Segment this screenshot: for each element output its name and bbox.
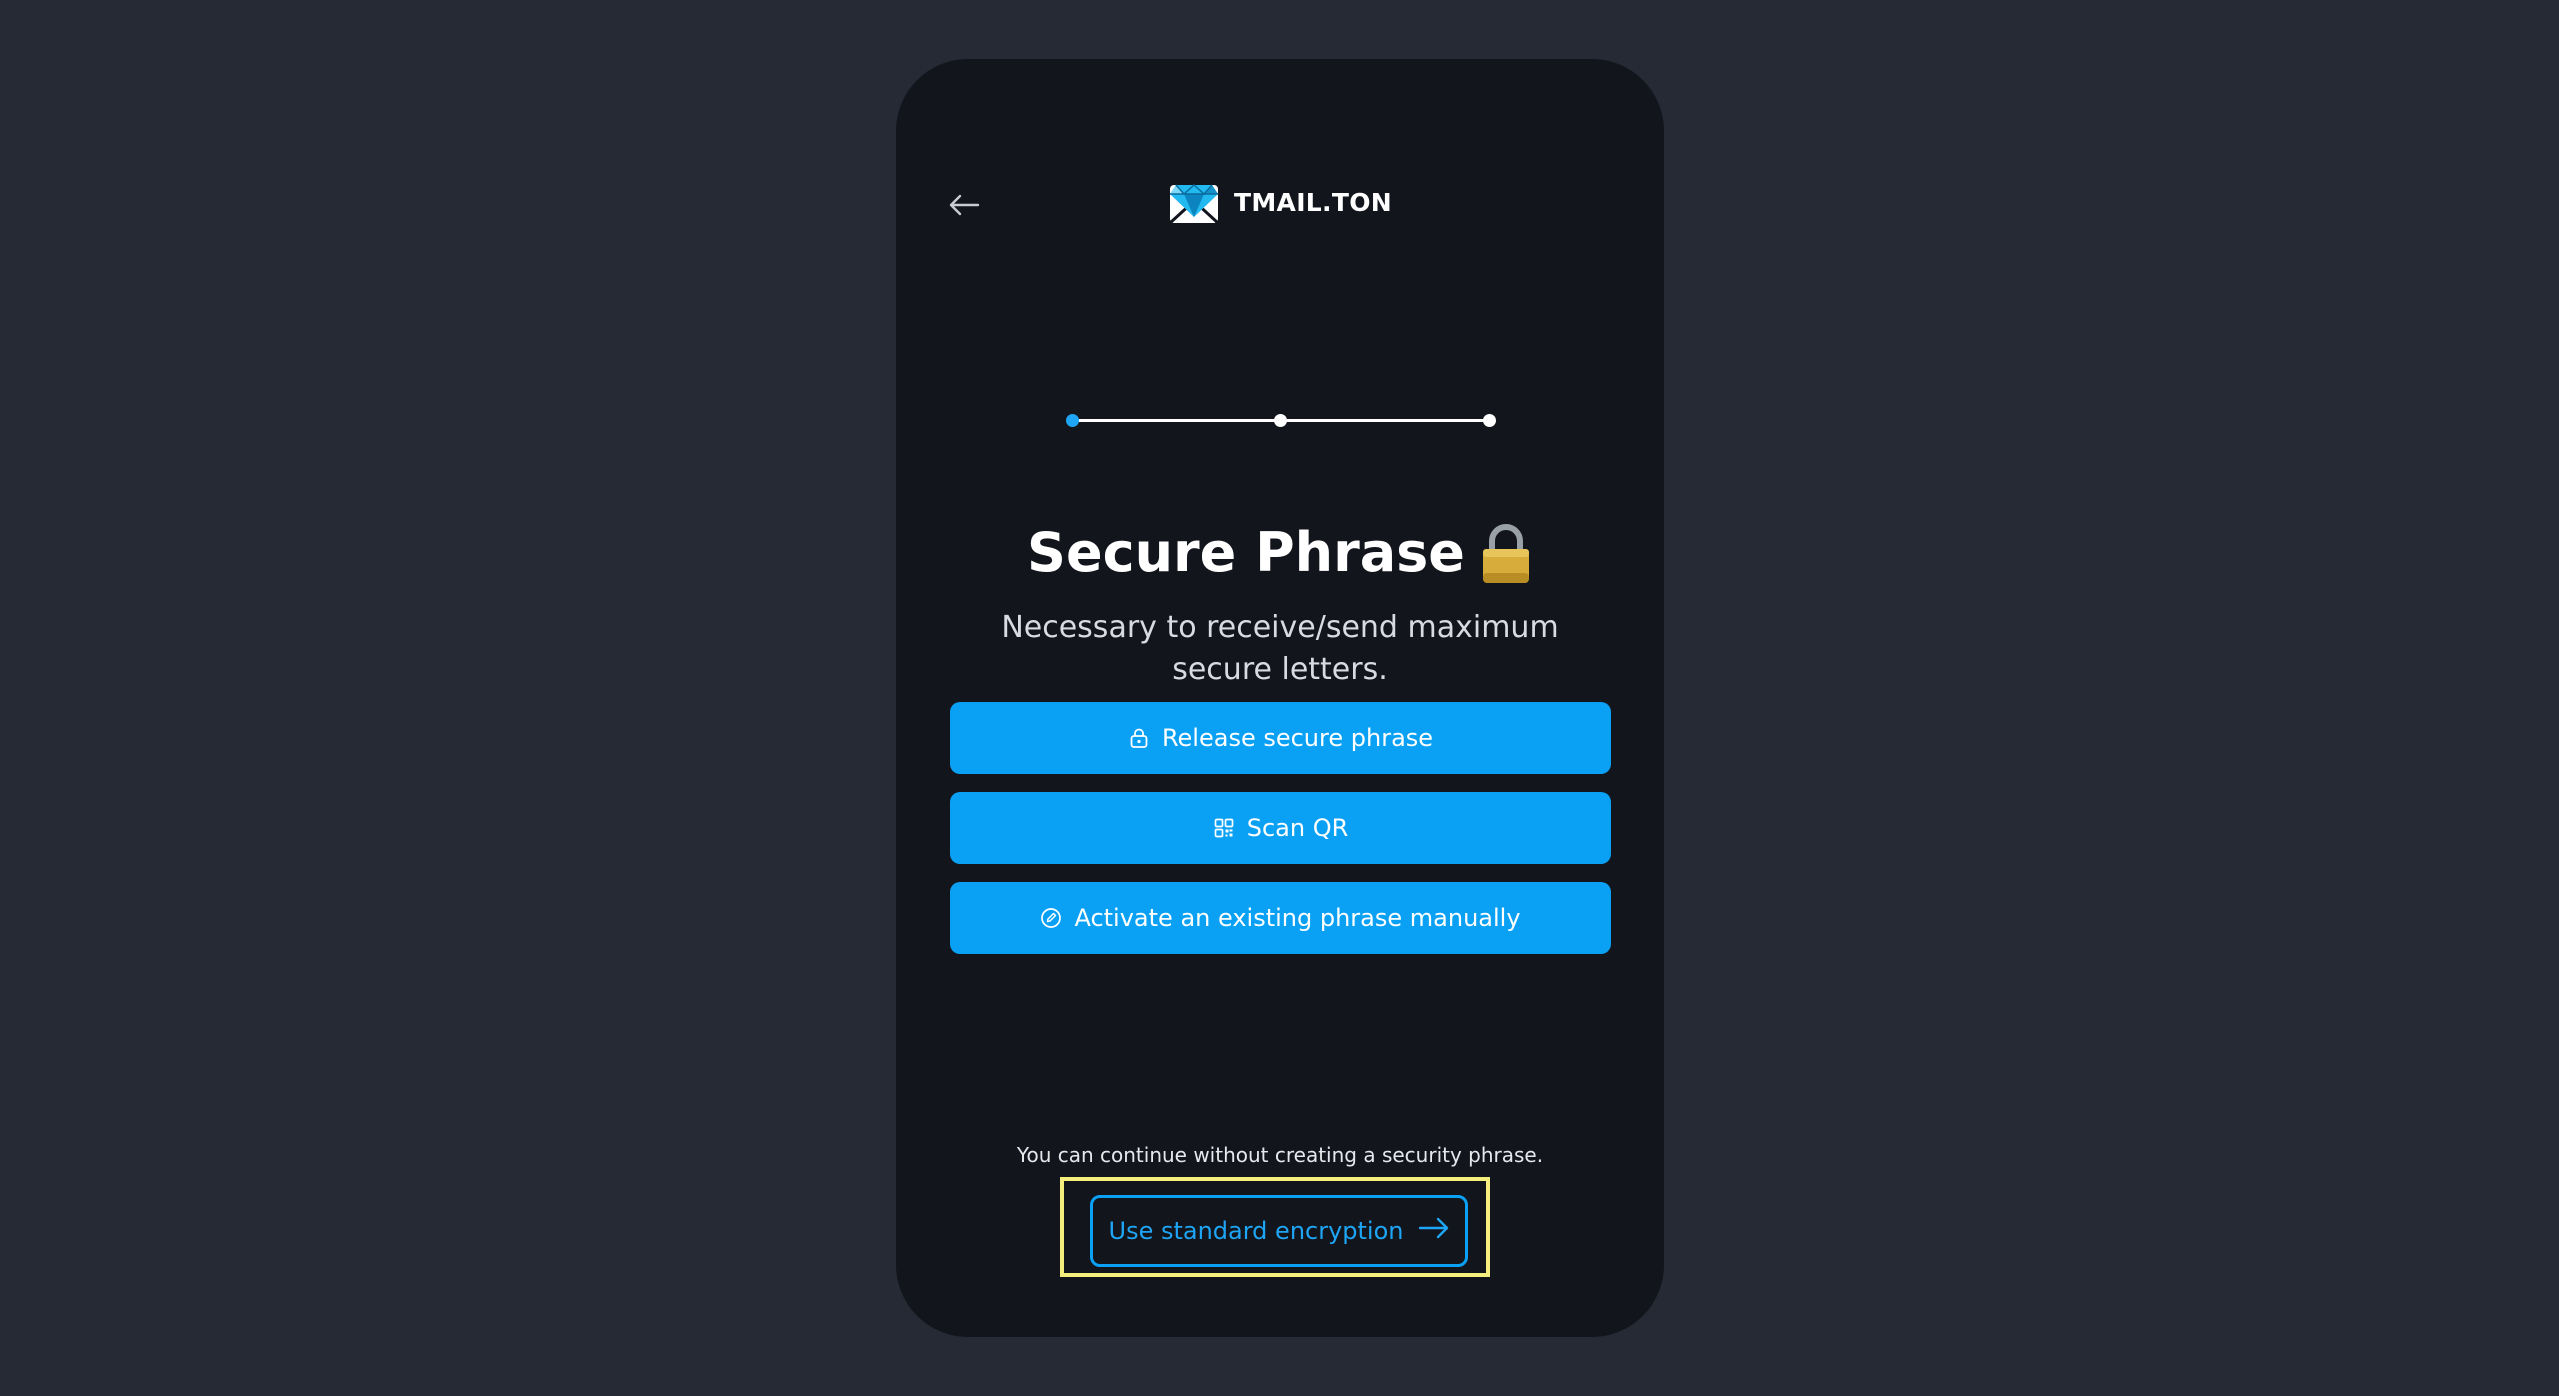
activate-existing-phrase-label: Activate an existing phrase manually [1074, 904, 1521, 932]
title-row: Secure Phrase [896, 521, 1664, 585]
page-subtitle: Necessary to receive/send maximum secure… [1001, 610, 1559, 687]
progress-stepper [1066, 414, 1496, 428]
continue-note: You can continue without creating a secu… [1016, 1143, 1544, 1167]
diamond-envelope-logo [1168, 179, 1220, 225]
edit-icon [1040, 907, 1062, 929]
scan-qr-button[interactable]: Scan QR [950, 792, 1611, 864]
release-secure-phrase-button[interactable]: Release secure phrase [950, 702, 1611, 774]
step-dot-3 [1483, 414, 1496, 427]
use-standard-encryption-label: Use standard encryption [1108, 1217, 1404, 1245]
activate-existing-phrase-button[interactable]: Activate an existing phrase manually [950, 882, 1611, 954]
lock-icon [1128, 727, 1150, 749]
arrow-right-icon [1418, 1216, 1450, 1246]
qr-code-icon [1213, 817, 1235, 839]
phone-screen: TMAIL.TON Secure Phrase Necessary to rec… [896, 59, 1664, 1337]
step-dot-1 [1066, 414, 1079, 427]
lock-emoji-icon [1479, 521, 1533, 585]
scan-qr-label: Scan QR [1246, 814, 1349, 842]
brand: TMAIL.TON [896, 179, 1664, 225]
page-title: Secure Phrase [1027, 521, 1465, 584]
step-dot-2 [1274, 414, 1287, 427]
brand-name: TMAIL.TON [1234, 187, 1392, 217]
use-standard-encryption-button[interactable]: Use standard encryption [1090, 1195, 1468, 1267]
release-secure-phrase-label: Release secure phrase [1161, 724, 1434, 752]
